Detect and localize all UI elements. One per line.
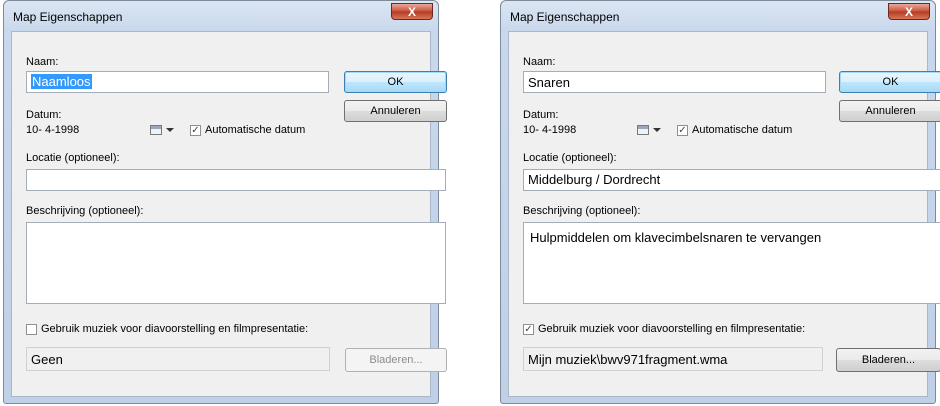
dialog-body: Naam: Snaren OK Annuleren Datum: 10- 4-1…	[508, 31, 940, 397]
dropdown-arrow-icon	[166, 128, 174, 132]
calendar-icon	[150, 125, 162, 135]
beschrijving-field[interactable]: Hulpmiddelen om klavecimbelsnaren te ver…	[523, 222, 940, 304]
date-picker-button[interactable]	[635, 123, 663, 137]
datum-label: Datum:	[26, 109, 62, 121]
beschrijving-field[interactable]	[26, 222, 446, 304]
dialog-body: Naam: Naamloos OK Annuleren Datum: 10- 4…	[11, 31, 447, 397]
close-button[interactable]: X	[888, 3, 930, 20]
naam-field[interactable]: Snaren	[523, 71, 826, 93]
music-file-field: Mijn muziek\bwv971fragment.wma	[523, 347, 823, 371]
map-properties-dialog-filled: Map Eigenschappen X Naam: Snaren OK Annu…	[500, 0, 940, 404]
locatie-field[interactable]: Middelburg / Dordrecht	[523, 169, 940, 191]
title-bar[interactable]: Map Eigenschappen X	[501, 1, 935, 31]
dialog-title: Map Eigenschappen	[510, 10, 620, 24]
locatie-field[interactable]	[26, 169, 446, 191]
naam-label: Naam:	[523, 56, 556, 68]
dialog-title: Map Eigenschappen	[13, 10, 123, 24]
music-checkbox[interactable]: ✓	[523, 324, 534, 335]
locatie-label: Locatie (optioneel):	[26, 152, 120, 164]
naam-field[interactable]: Naamloos	[26, 71, 329, 93]
naam-value: Naamloos	[31, 74, 92, 89]
music-label: Gebruik muziek voor diavoorstelling en f…	[41, 323, 309, 335]
title-bar[interactable]: Map Eigenschappen X	[4, 1, 438, 31]
cancel-button[interactable]: Annuleren	[839, 100, 940, 122]
auto-date-label: Automatische datum	[205, 124, 306, 136]
close-icon: X	[904, 5, 913, 19]
datum-value[interactable]: 10- 4-1998	[523, 124, 576, 136]
ok-button[interactable]: OK	[344, 71, 447, 93]
music-checkbox[interactable]	[26, 324, 37, 335]
checkmark-icon: ✓	[678, 125, 687, 136]
auto-date-checkbox[interactable]: ✓	[190, 125, 201, 136]
datum-label: Datum:	[523, 109, 559, 121]
date-picker-button[interactable]	[148, 123, 176, 137]
music-label: Gebruik muziek voor diavoorstelling en f…	[538, 323, 806, 335]
auto-date-label: Automatische datum	[692, 124, 793, 136]
checkmark-icon: ✓	[191, 125, 200, 136]
locatie-label: Locatie (optioneel):	[523, 152, 617, 164]
browse-button[interactable]: Bladeren...	[836, 348, 940, 372]
music-file-field: Geen	[26, 347, 330, 371]
checkmark-icon: ✓	[524, 324, 533, 335]
auto-date-checkbox[interactable]: ✓	[677, 125, 688, 136]
beschrijving-label: Beschrijving (optioneel):	[26, 205, 144, 217]
map-properties-dialog-empty: Map Eigenschappen X Naam: Naamloos OK An…	[3, 0, 447, 404]
ok-button[interactable]: OK	[839, 71, 940, 93]
beschrijving-label: Beschrijving (optioneel):	[523, 205, 641, 217]
calendar-icon	[637, 125, 649, 135]
browse-button[interactable]: Bladeren...	[345, 348, 447, 372]
naam-label: Naam:	[26, 56, 59, 68]
close-icon: X	[407, 5, 416, 19]
datum-value[interactable]: 10- 4-1998	[26, 124, 79, 136]
close-button[interactable]: X	[391, 3, 433, 20]
dropdown-arrow-icon	[653, 128, 661, 132]
cancel-button[interactable]: Annuleren	[344, 100, 447, 122]
